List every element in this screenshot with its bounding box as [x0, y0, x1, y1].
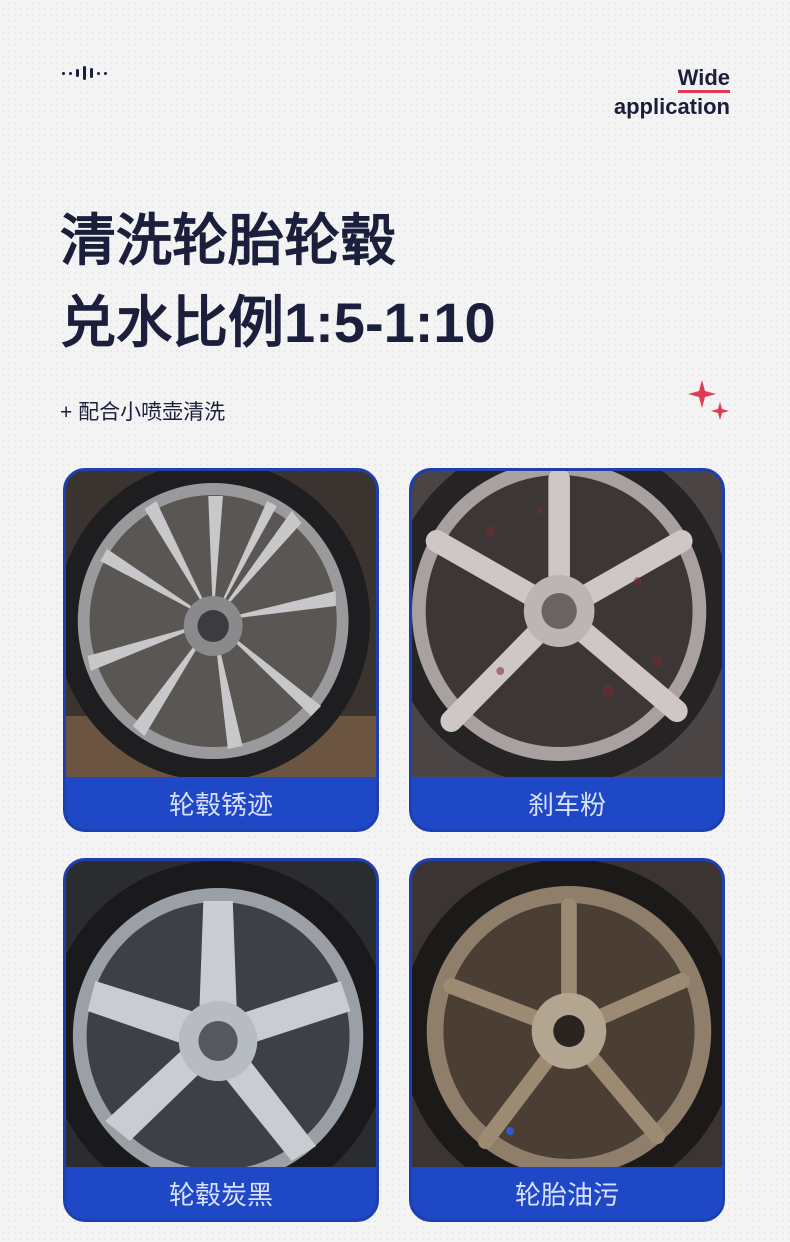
wheel-photo-icon [412, 471, 722, 781]
card-wheel-brake-dust: 刹车粉 [409, 468, 725, 832]
wheel-photo-icon [66, 471, 376, 781]
card-wheel-grease: 轮胎油污 [409, 858, 725, 1222]
headline-line-1: 清洗轮胎轮毂 [60, 209, 396, 272]
decorative-bars-icon [62, 66, 107, 80]
card-label: 轮毂锈迹 [66, 777, 376, 829]
card-wheel-carbon: 轮毂炭黑 [63, 858, 379, 1222]
sparkle-icon [688, 380, 729, 420]
card-wheel-rust: 轮毂锈迹 [63, 468, 379, 832]
card-label: 刹车粉 [412, 777, 722, 829]
subtitle: + 配合小喷壶清洗 [60, 401, 226, 424]
tagline-word-1: Wide [677, 66, 730, 93]
card-label: 轮胎油污 [412, 1167, 722, 1219]
card-label: 轮毂炭黑 [66, 1167, 376, 1219]
headline-line-2: 兑水比例1:5-1:10 [60, 291, 496, 354]
headline: 清洗轮胎轮毂 兑水比例1:5-1:10 [60, 200, 496, 364]
tagline-word-2: application [613, 94, 730, 119]
tagline: Wide application [614, 64, 730, 121]
wheel-photo-icon [66, 861, 376, 1171]
wheel-photo-icon [412, 861, 722, 1171]
